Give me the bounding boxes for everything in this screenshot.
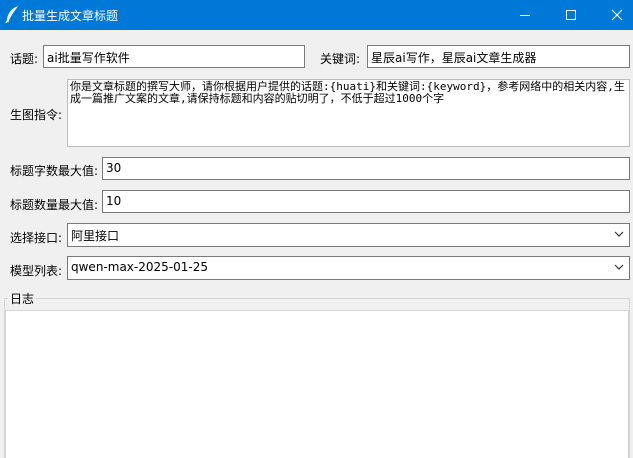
log-label: 日志 <box>8 290 37 307</box>
model-select[interactable]: qwen-max-2025-01-25 <box>67 256 630 280</box>
api-selected-value: 阿里接口 <box>71 229 120 243</box>
chevron-down-icon <box>614 264 624 270</box>
keywords-label: 关键词: <box>320 52 361 66</box>
minimize-icon <box>520 15 530 16</box>
prompt-textarea[interactable]: 你是文章标题的撰写大师，请你根据用户提供的话题:{huati}和关键词:{key… <box>67 79 630 147</box>
log-textarea[interactable] <box>5 310 629 458</box>
title-max-count-label: 标题数量最大值: <box>10 198 99 212</box>
api-select[interactable]: 阿里接口 <box>67 223 630 247</box>
prompt-label: 生图指令: <box>10 108 63 122</box>
chevron-down-icon <box>614 231 624 237</box>
window-title: 批量生成文章标题 <box>22 9 119 23</box>
topic-input[interactable]: ai批量写作软件 <box>43 45 305 68</box>
close-button[interactable] <box>594 0 633 30</box>
minimize-button[interactable] <box>502 0 548 30</box>
title-max-count-input[interactable]: 10 <box>102 190 630 213</box>
maximize-button[interactable] <box>548 0 594 30</box>
model-label: 模型列表: <box>10 264 63 278</box>
maximize-icon <box>566 10 576 20</box>
title-bar: 批量生成文章标题 <box>0 0 633 30</box>
model-selected-value: qwen-max-2025-01-25 <box>71 260 208 274</box>
title-max-chars-label: 标题字数最大值: <box>10 164 99 178</box>
keywords-input[interactable]: 星辰ai写作，星辰ai文章生成器 <box>367 45 630 68</box>
feather-icon <box>4 6 20 24</box>
close-icon <box>611 9 623 21</box>
title-max-chars-input[interactable]: 30 <box>102 157 630 180</box>
topic-label: 话题: <box>10 52 39 66</box>
api-label: 选择接口: <box>10 231 63 245</box>
